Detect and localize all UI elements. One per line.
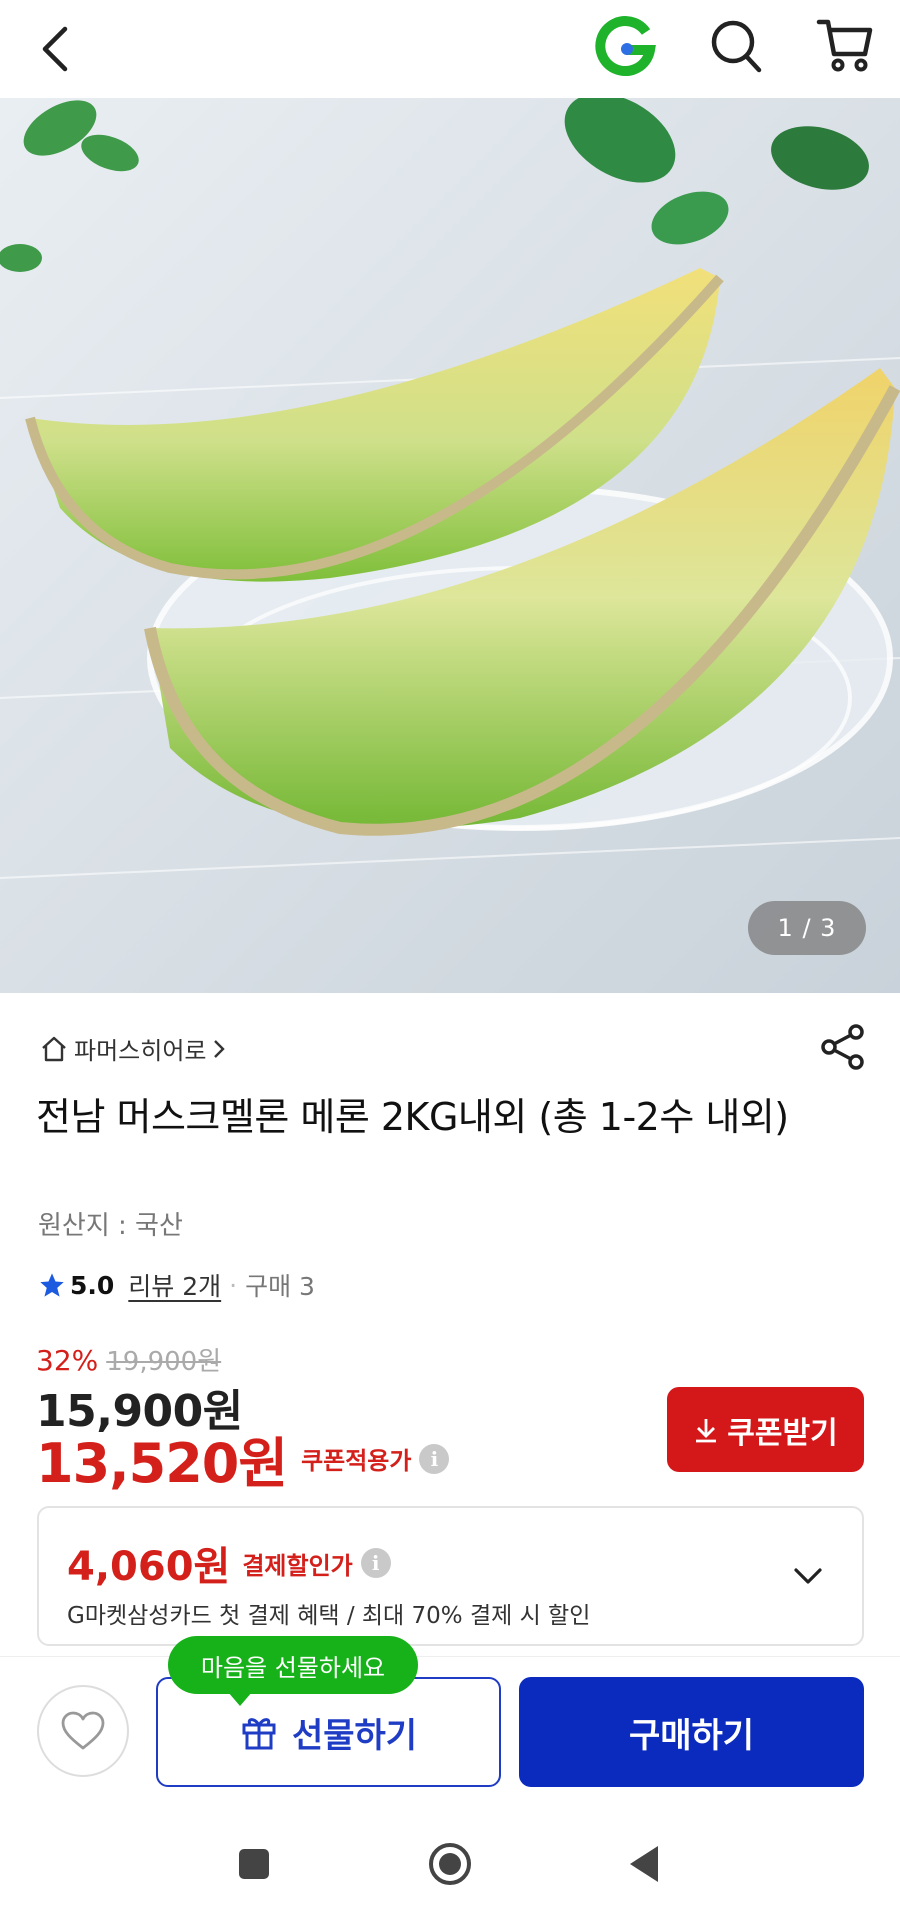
seller-link[interactable]: 파머스히어로 [40, 1031, 226, 1066]
back-button[interactable] [34, 18, 74, 80]
chevron-left-icon [42, 26, 68, 72]
coupon-download-button[interactable]: 쿠폰받기 [667, 1387, 864, 1472]
search-icon [711, 20, 762, 73]
discount-percent: 32% [36, 1344, 99, 1377]
product-title: 전남 머스크멜론 메론 2KG내외 (총 1-2수 내외) [36, 1095, 789, 1139]
info-icon[interactable]: i [360, 1548, 391, 1578]
coupon-button-label: 쿠폰받기 [727, 1416, 838, 1450]
star-icon [40, 1273, 64, 1297]
g-logo-icon[interactable] [594, 16, 656, 78]
payment-discount-description: G마켓삼성카드 첫 결제 혜택 / 최대 70% 결제 시 할인 [67, 1603, 591, 1629]
rating-row: 5.0 리뷰 2개 · 구매 3 [38, 1267, 315, 1303]
back-nav-icon[interactable] [622, 1840, 670, 1888]
discount-row: 32% 19,900원 [36, 1341, 221, 1378]
coupon-price-label: 쿠폰적용가 [301, 1447, 412, 1475]
gift-button-label: 선물하기 [291, 1715, 418, 1756]
system-nav-bar [0, 1816, 900, 1912]
payment-discount-box[interactable]: 4,060원 결제할인가 i G마켓삼성카드 첫 결제 혜택 / 최대 70% … [37, 1506, 864, 1646]
home-icon [42, 1036, 66, 1061]
product-origin: 원산지 : 국산 [38, 1211, 183, 1241]
seller-name: 파머스히어로 [74, 1037, 207, 1065]
download-icon [696, 1418, 717, 1442]
recent-apps-icon[interactable] [230, 1840, 278, 1888]
original-price: 19,900원 [106, 1347, 222, 1377]
gift-icon [242, 1718, 276, 1750]
chevron-down-icon[interactable] [790, 1558, 826, 1594]
wishlist-button[interactable] [37, 1685, 129, 1777]
cart-icon [816, 19, 873, 72]
share-icon [821, 1024, 864, 1070]
payment-discount-amount: 4,060원 [67, 1544, 231, 1590]
chevron-right-icon [214, 1039, 226, 1058]
payment-discount-label: 결제할인가 [242, 1551, 353, 1580]
top-bar [0, 0, 900, 98]
reviews-link[interactable]: 리뷰 2개 [128, 1267, 221, 1303]
buy-button[interactable]: 구매하기 [519, 1677, 864, 1787]
image-pager: 1 / 3 [748, 901, 866, 955]
bottom-action-bar: 선물하기 구매하기 [0, 1656, 900, 1816]
separator-dot: · [229, 1270, 238, 1300]
info-icon[interactable]: i [419, 1443, 450, 1474]
share-button[interactable] [820, 1023, 866, 1071]
product-image[interactable]: 1 / 3 [0, 98, 900, 993]
coupon-price-row: 13,520원 쿠폰적용가 i [36, 1419, 450, 1498]
coupon-price: 13,520원 [36, 1432, 288, 1495]
search-button[interactable] [708, 16, 764, 76]
payment-discount-row: 4,060원 결제할인가 i [67, 1534, 391, 1592]
purchase-count: 구매 3 [245, 1272, 315, 1301]
home-button-icon[interactable] [426, 1840, 474, 1888]
cart-button[interactable] [815, 14, 875, 74]
rating-score: 5.0 [70, 1270, 115, 1300]
gift-tooltip: 마음을 선물하세요 [168, 1636, 418, 1706]
heart-icon [61, 1711, 105, 1750]
